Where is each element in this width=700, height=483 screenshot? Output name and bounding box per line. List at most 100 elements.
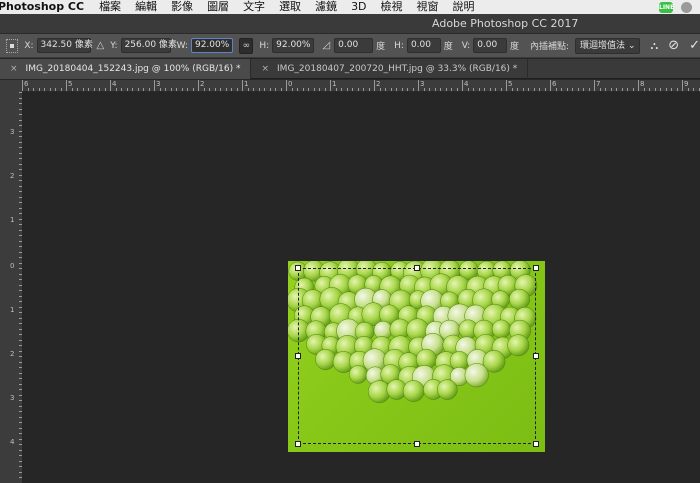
ruler-tick [181, 88, 183, 91]
menu-select[interactable]: 選取 [272, 0, 308, 14]
ruler-tick [44, 88, 45, 91]
ruler-tick [687, 88, 689, 91]
status-icon[interactable] [681, 1, 692, 13]
ruler-top[interactable]: 6 5 4 3 2 1 0 1 2 3 4 5 6 7 8 9 [22, 80, 700, 92]
ruler-tick [313, 88, 315, 91]
ruler-left[interactable]: 3 2 1 0 1 2 3 4 [0, 80, 22, 483]
commit-transform-icon[interactable]: ✓ [689, 38, 700, 54]
interpolation-label: 內插補點: [530, 42, 570, 52]
ruler-tick [599, 88, 601, 91]
transform-handle-bl[interactable] [295, 441, 301, 447]
ruler-label: 1 [10, 216, 15, 224]
transform-handle-br[interactable] [533, 441, 539, 447]
ruler-label: 3 [10, 128, 15, 136]
transform-handle-tl[interactable] [295, 265, 301, 271]
app-menu[interactable]: Photoshop CC [0, 0, 92, 14]
close-icon[interactable]: × [10, 64, 18, 74]
ruler-tick [49, 88, 51, 91]
ruler-tick [77, 88, 78, 91]
interpolation-select[interactable]: 環迴增值法 ⌄ [575, 37, 641, 54]
reference-point-icon[interactable] [6, 38, 19, 53]
hskew-unit: 度 [443, 42, 453, 52]
ruler-tick [522, 88, 524, 91]
angle-input[interactable]: 0.00 [334, 38, 374, 53]
tab-document-1[interactable]: × IMG_20180404_152243.jpg @ 100% (RGB/16)… [0, 59, 252, 79]
menu-file[interactable]: 檔案 [92, 0, 128, 14]
close-icon[interactable]: × [261, 64, 269, 74]
transform-handle-mr[interactable] [533, 353, 539, 359]
ruler-tick [544, 88, 546, 91]
angle-unit: 度 [376, 42, 386, 52]
menu-edit[interactable]: 編輯 [128, 0, 164, 14]
ruler-label: 2 [200, 80, 205, 88]
x-input[interactable]: 342.50 像素 [36, 38, 93, 53]
height-input[interactable]: 92.00% [272, 38, 315, 53]
menu-image[interactable]: 影像 [164, 0, 200, 14]
ruler-tick [374, 80, 375, 91]
transform-handle-bc[interactable] [414, 441, 420, 447]
ruler-tick [319, 88, 320, 91]
ruler-tick [258, 88, 260, 91]
document-tabs: × IMG_20180404_152243.jpg @ 100% (RGB/16)… [0, 59, 700, 79]
ruler-tick [93, 88, 95, 91]
line-app-icon[interactable]: LINE [659, 1, 674, 13]
ruler-tick [280, 88, 282, 91]
ruler-tick [583, 88, 584, 91]
ruler-tick [456, 88, 458, 91]
ruler-tick [555, 88, 557, 91]
ruler-tick [632, 88, 634, 91]
delta-icon[interactable]: △ [97, 40, 105, 51]
ruler-tick [363, 88, 364, 91]
ruler-tick [330, 80, 331, 91]
warp-icon[interactable]: ⛬ [650, 38, 658, 54]
ruler-tick [275, 88, 276, 91]
width-input[interactable]: 92.00% [190, 38, 234, 53]
vskew-input[interactable]: 0.00 [473, 38, 507, 53]
ruler-tick [418, 80, 419, 91]
menu-type[interactable]: 文字 [236, 0, 272, 14]
menu-view[interactable]: 檢視 [374, 0, 410, 14]
ruler-tick [368, 88, 370, 91]
menu-layer[interactable]: 圖層 [200, 0, 236, 14]
cancel-transform-icon[interactable]: ⊘ [668, 38, 679, 54]
ruler-tick [357, 88, 359, 91]
ruler-tick [38, 88, 40, 91]
ruler-tick [528, 88, 529, 91]
transform-handle-ml[interactable] [295, 353, 301, 359]
menu-window[interactable]: 視窗 [410, 0, 446, 14]
menu-tray: LINE [659, 1, 700, 13]
ruler-tick [220, 88, 221, 91]
vskew-unit: 度 [509, 42, 519, 52]
ruler-tick [484, 88, 485, 91]
w-label: W: [176, 40, 188, 51]
ruler-tick [693, 88, 694, 91]
ruler-tick [506, 80, 507, 91]
ruler-tick [550, 80, 551, 91]
tab-label: IMG_20180404_152243.jpg @ 100% (RGB/16) … [25, 64, 241, 74]
ruler-tick [396, 88, 397, 91]
tab-document-2[interactable]: × IMG_20180407_200720_HHT.jpg @ 33.3% (RG… [251, 59, 529, 79]
y-input[interactable]: 256.00 像素 [120, 38, 177, 53]
hskew-input[interactable]: 0.00 [406, 38, 441, 53]
ruler-label: 3 [156, 80, 161, 88]
transform-handle-tc[interactable] [414, 265, 420, 271]
transform-handle-tr[interactable] [533, 265, 539, 271]
menu-3d[interactable]: 3D [344, 0, 373, 14]
ruler-tick [379, 88, 381, 91]
link-icon[interactable]: ∞ [239, 37, 254, 54]
ruler-tick [429, 88, 430, 91]
ruler-tick [110, 80, 111, 91]
transform-bounding-box[interactable] [295, 265, 539, 447]
ruler-tick [566, 88, 568, 91]
ruler-tick [71, 88, 73, 91]
menu-filter[interactable]: 濾鏡 [308, 0, 344, 14]
ruler-tick [572, 88, 573, 91]
ruler-tick [511, 88, 513, 91]
ruler-tick [66, 80, 67, 91]
ruler-tick [242, 80, 243, 91]
ruler-tick [302, 88, 304, 91]
ruler-tick [148, 88, 150, 91]
menu-help[interactable]: 說明 [446, 0, 482, 14]
ruler-tick [462, 80, 463, 91]
options-bar: X: 342.50 像素 △ Y: 256.00 像素 W: 92.00% ∞ … [0, 34, 700, 58]
